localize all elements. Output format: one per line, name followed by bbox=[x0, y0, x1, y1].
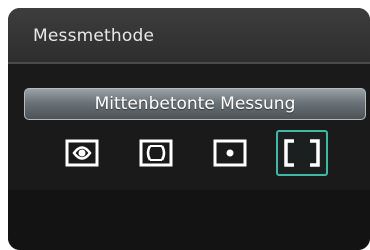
evaluative-metering-icon bbox=[64, 138, 100, 168]
selected-mode-label: Mittenbetonte Messung bbox=[94, 94, 296, 114]
mode-option-center-weighted[interactable] bbox=[276, 130, 328, 176]
menu-header: Messmethode bbox=[8, 8, 370, 64]
partial-metering-icon bbox=[138, 138, 174, 168]
menu-title: Messmethode bbox=[33, 26, 155, 46]
mode-option-partial[interactable] bbox=[130, 130, 182, 176]
metering-menu-screen: Messmethode Mittenbetonte Messung bbox=[8, 8, 370, 250]
selected-mode-label-bar: Mittenbetonte Messung bbox=[24, 88, 366, 120]
mode-option-spot[interactable] bbox=[204, 130, 256, 176]
metering-mode-options bbox=[8, 130, 370, 176]
bottom-panel bbox=[8, 190, 370, 250]
mode-option-evaluative[interactable] bbox=[56, 130, 108, 176]
spot-metering-icon bbox=[212, 138, 248, 168]
center-weighted-metering-icon bbox=[282, 138, 322, 168]
